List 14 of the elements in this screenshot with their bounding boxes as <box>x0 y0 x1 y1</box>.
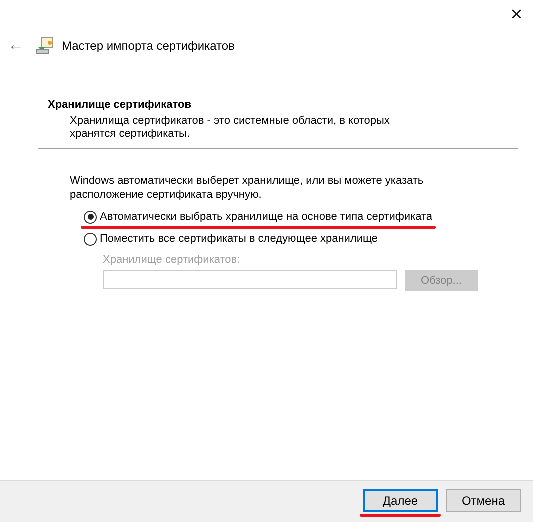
dialog-button[interactable]: Далее <box>363 489 438 512</box>
radio-button[interactable] <box>84 210 97 224</box>
certificate-wizard-icon <box>36 37 54 55</box>
dialog-button[interactable]: Отмена <box>446 489 521 512</box>
back-button[interactable]: ← <box>8 37 30 55</box>
section-title: Хранилище сертификатов <box>48 98 192 113</box>
radio-button[interactable] <box>84 232 97 246</box>
section-description: Хранилища сертификатов - это системные области, в которых хранятся сертификаты. <box>69 115 391 141</box>
radio-option[interactable]: Поместить все сертификаты в следующее хранилище <box>84 232 378 246</box>
radio-option[interactable]: Автоматически выбрать хранилище на основе типа сертификата <box>84 210 433 224</box>
window-title: Мастер импорта сертификатов <box>62 39 235 53</box>
field-label: Хранилище сертификатов: <box>103 254 242 266</box>
close-button[interactable]: ✕ <box>510 4 523 28</box>
intro-text: Windows автоматически выберет хранилище, или вы можете указать расположение сертификата вручную. <box>70 174 425 202</box>
